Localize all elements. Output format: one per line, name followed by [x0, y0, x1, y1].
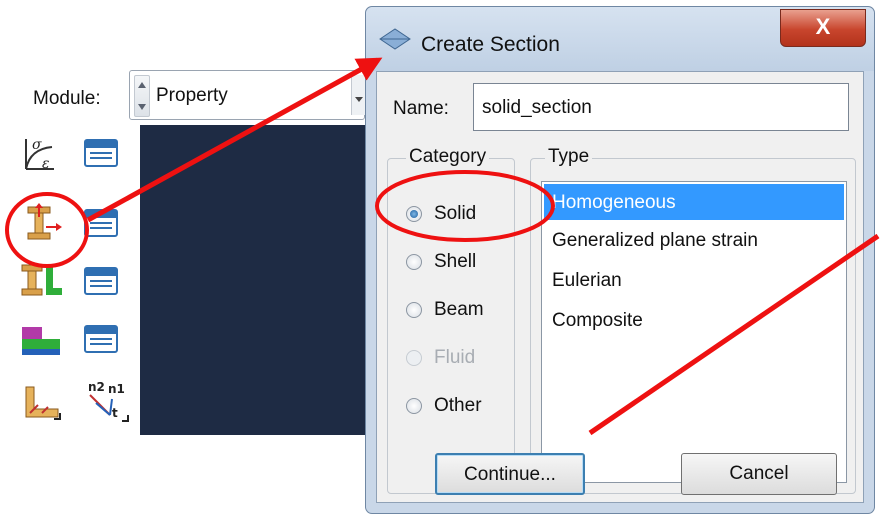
- name-label: Name:: [393, 98, 449, 119]
- type-item-eulerian[interactable]: Eulerian: [544, 262, 844, 298]
- type-legend: Type: [545, 146, 593, 168]
- material-manager-icon[interactable]: [84, 139, 120, 175]
- continue-button[interactable]: Continue...: [435, 453, 585, 495]
- category-label: Fluid: [434, 347, 476, 368]
- svg-text:σ: σ: [32, 137, 42, 153]
- category-label: Solid: [434, 203, 477, 224]
- svg-text:t: t: [112, 406, 118, 420]
- category-group: Category Solid Shell Beam Fluid Other: [387, 146, 515, 494]
- radio-icon[interactable]: [406, 398, 422, 414]
- special-assign-icon[interactable]: [20, 383, 61, 420]
- toolbox: σ ε n2 n1 t: [10, 125, 140, 433]
- cancel-button[interactable]: Cancel: [681, 453, 837, 495]
- create-section-dialog: Create Section X Name: solid_section Cat…: [365, 6, 875, 514]
- type-item-generalized-plane-strain[interactable]: Generalized plane strain: [544, 222, 844, 258]
- dialog-title: Create Section: [421, 33, 560, 56]
- category-label: Beam: [434, 299, 484, 320]
- radio-icon[interactable]: [406, 302, 422, 318]
- svg-text:n1: n1: [108, 382, 125, 396]
- section-manager-icon[interactable]: [84, 209, 120, 245]
- close-button[interactable]: X: [780, 9, 866, 47]
- radio-selected-icon[interactable]: [406, 206, 422, 222]
- stress-strain-material-icon[interactable]: σ ε: [20, 135, 56, 172]
- chevron-down-icon[interactable]: [351, 75, 366, 115]
- type-list[interactable]: Homogeneous Generalized plane strain Eul…: [541, 181, 847, 483]
- section-app-icon: [379, 28, 411, 50]
- category-label: Shell: [434, 251, 477, 272]
- assign-section-icon[interactable]: [20, 261, 62, 297]
- module-label: Module:: [33, 88, 101, 109]
- name-field[interactable]: solid_section: [473, 83, 849, 131]
- category-legend: Category: [406, 146, 490, 168]
- dialog-titlebar[interactable]: Create Section X: [366, 7, 874, 71]
- module-select[interactable]: Property: [129, 70, 366, 120]
- category-label: Other: [434, 395, 482, 416]
- spin-up-icon[interactable]: [138, 82, 146, 88]
- module-value: Property: [156, 85, 228, 106]
- radio-icon: [406, 350, 422, 366]
- type-group: Type Homogeneous Generalized plane strai…: [530, 146, 856, 494]
- radio-icon[interactable]: [406, 254, 422, 270]
- create-section-icon[interactable]: [22, 203, 62, 240]
- module-bar: Module: Property: [25, 70, 366, 122]
- viewport-canvas[interactable]: [140, 125, 380, 435]
- beam-orientation-icon[interactable]: n2 n1 t: [82, 377, 129, 422]
- svg-text:n2: n2: [88, 380, 105, 394]
- section-assignment-manager-icon[interactable]: [84, 267, 120, 303]
- type-item-composite[interactable]: Composite: [544, 302, 844, 338]
- create-profile-icon[interactable]: [20, 321, 60, 357]
- dialog-body: Name: solid_section Category Solid Shell…: [376, 71, 864, 503]
- module-spinner[interactable]: [134, 75, 150, 117]
- profile-manager-icon[interactable]: [84, 325, 120, 361]
- svg-text:ε: ε: [42, 156, 50, 172]
- type-item-homogeneous[interactable]: Homogeneous: [544, 184, 844, 220]
- spin-down-icon[interactable]: [138, 104, 146, 110]
